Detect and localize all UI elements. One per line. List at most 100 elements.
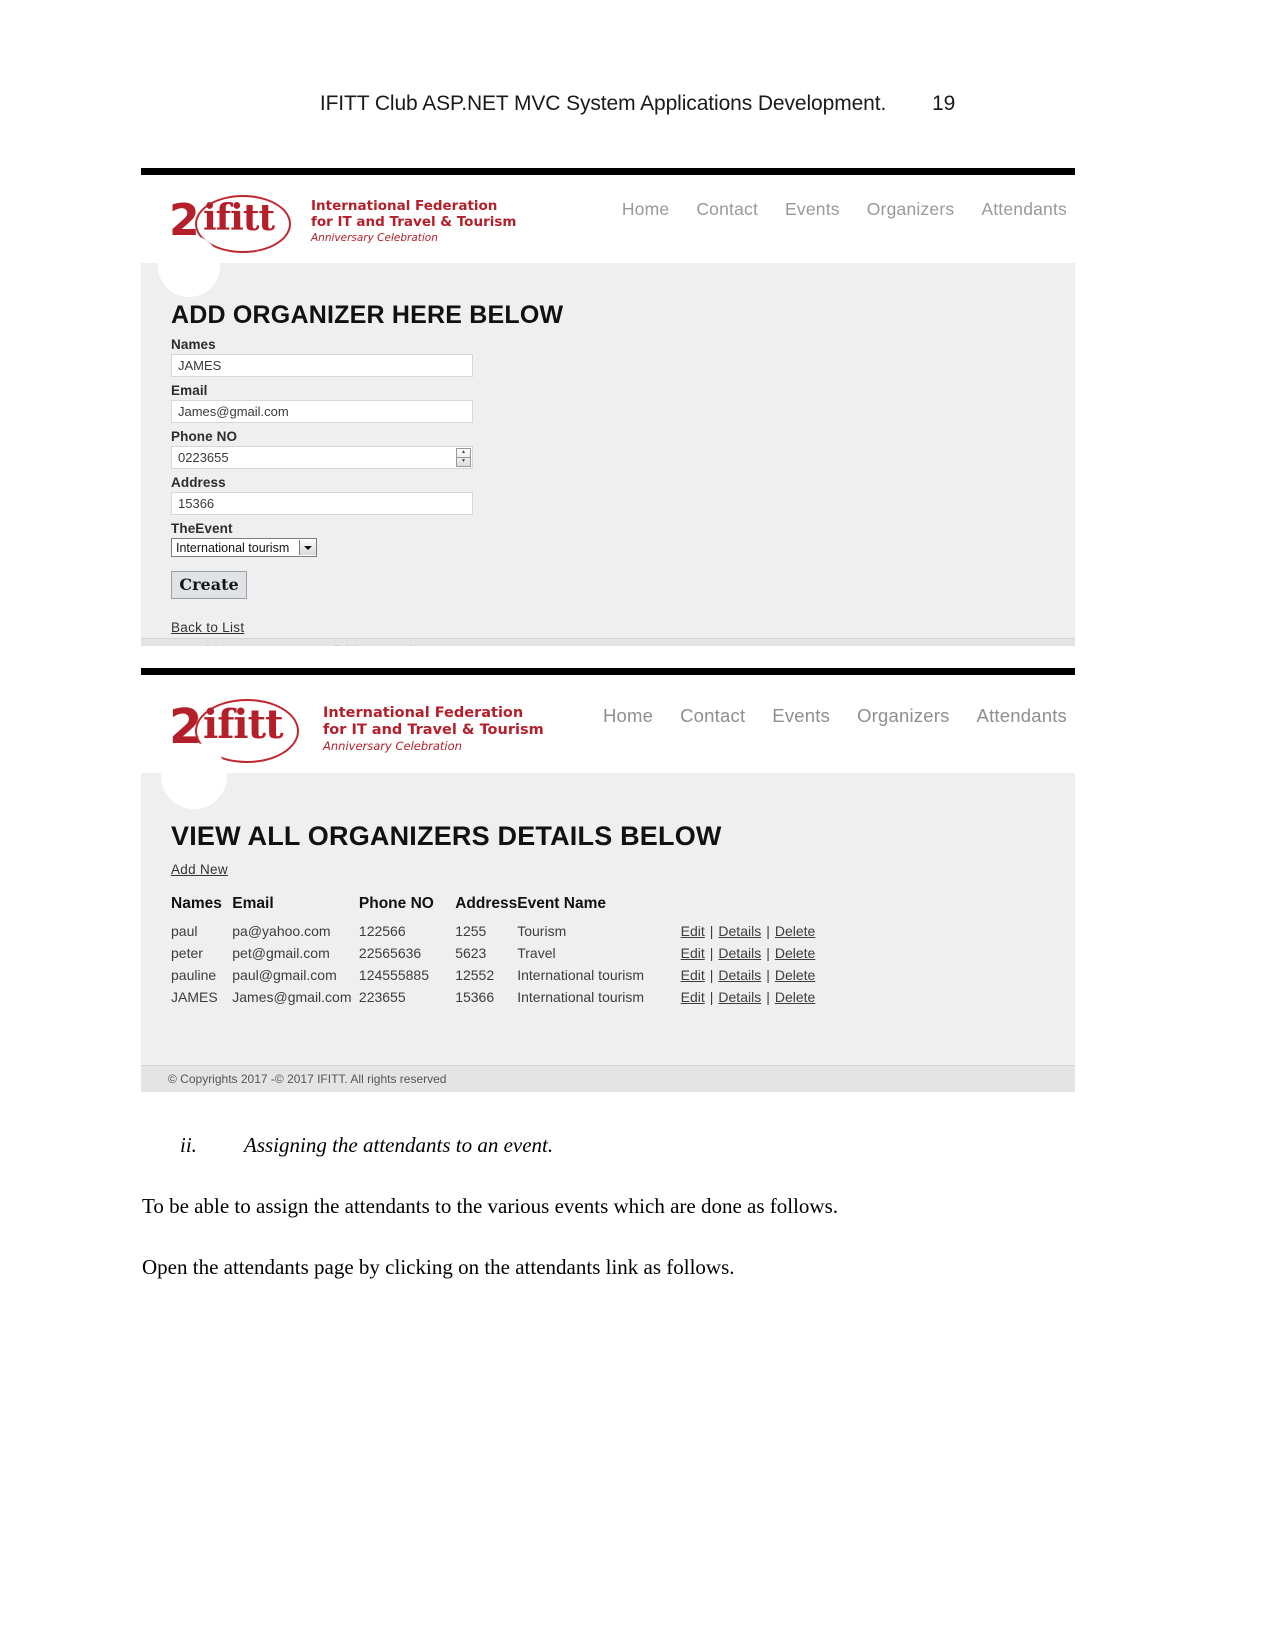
cell-email: paul@gmail.com — [232, 967, 337, 983]
cell-email: pa@yahoo.com — [232, 923, 331, 939]
column-header-phone-no: Phone NO — [358, 895, 434, 912]
delete-link[interactable]: Delete — [775, 945, 815, 961]
brand-tagline: International Federation for IT and Trav… — [311, 198, 517, 245]
organizers-list-area: Add New Names Email Phone NO Address Eve… — [171, 861, 1031, 1008]
site-footer: © Copyrights 2017 -© 2017 IFITT. All rig… — [141, 638, 1075, 646]
cell-name: JAMES — [171, 989, 218, 1005]
screenshot-top-rule — [141, 668, 1075, 675]
cell-address: 15366 — [455, 989, 495, 1005]
phone-field-wrapper: ▲▼ — [171, 446, 473, 469]
delete-link[interactable]: Delete — [775, 967, 815, 983]
table-header-row: Names Email Phone NO Address Event Name — [171, 895, 819, 920]
brand-logo[interactable]: 2 ifitt International Federation for IT … — [169, 193, 517, 253]
site-footer: © Copyrights 2017 -© 2017 IFITT. All rig… — [141, 1065, 1075, 1092]
back-to-list-link[interactable]: Back to List — [171, 620, 244, 635]
cell-actions: Edit | Details | Delete — [681, 942, 819, 964]
edit-link[interactable]: Edit — [681, 989, 705, 1005]
organizers-table: Names Email Phone NO Address Event Name … — [171, 895, 819, 1008]
brand-tagline-line2: for IT and Travel & Tourism — [323, 721, 544, 738]
edit-link[interactable]: Edit — [681, 945, 705, 961]
cell-phone: 223655 — [358, 989, 406, 1005]
delete-link[interactable]: Delete — [775, 923, 815, 939]
site-header: 2 ifitt International Federation for IT … — [141, 675, 1075, 773]
cell-name: peter — [171, 945, 203, 961]
action-separator: | — [709, 923, 714, 939]
create-button[interactable]: Create — [171, 571, 247, 599]
action-separator: | — [766, 945, 770, 961]
cell-address: 5623 — [455, 945, 487, 961]
names-input[interactable] — [171, 354, 473, 377]
details-link[interactable]: Details — [718, 989, 761, 1005]
action-separator: | — [709, 945, 714, 961]
edit-link[interactable]: Edit — [681, 923, 705, 939]
action-separator: | — [766, 967, 770, 983]
cell-email: James@gmail.com — [232, 989, 352, 1005]
nav-item-attendants[interactable]: Attendants — [977, 705, 1067, 727]
document-title: IFITT Club ASP.NET MVC System Applicatio… — [319, 92, 887, 115]
details-link[interactable]: Details — [718, 923, 761, 939]
details-link[interactable]: Details — [718, 945, 761, 961]
edit-link[interactable]: Edit — [681, 967, 705, 983]
main-navigation: Home Contact Events Organizers Attendant… — [622, 199, 1067, 220]
nav-item-events[interactable]: Events — [785, 199, 840, 220]
label-address: Address — [171, 475, 226, 490]
table-row: JAMES James@gmail.com 223655 15366 Inter… — [171, 986, 819, 1008]
delete-link[interactable]: Delete — [775, 989, 815, 1005]
brand-tagline-line2: for IT and Travel & Tourism — [311, 214, 517, 231]
cell-actions: Edit | Details | Delete — [681, 986, 819, 1008]
nav-item-contact[interactable]: Contact — [696, 199, 758, 220]
document-running-header: IFITT Club ASP.NET MVC System Applicatio… — [0, 92, 1275, 116]
event-select-value: International tourism — [176, 540, 290, 555]
document-paragraph-1: To be able to assign the attendants to t… — [142, 1194, 839, 1218]
brand-tagline-line1: International Federation — [323, 704, 524, 721]
document-paragraph-2: Open the attendants page by clicking on … — [142, 1255, 735, 1279]
nav-item-organizers[interactable]: Organizers — [857, 705, 949, 727]
create-organizer-body: ADD ORGANIZER HERE BELOW Names Email Pho… — [141, 235, 1075, 638]
cell-event: International tourism — [517, 967, 645, 983]
number-stepper-icon[interactable]: ▲ ▼ — [456, 448, 471, 467]
details-link[interactable]: Details — [718, 967, 761, 983]
list-item-text: Assigning the attendants to an event. — [244, 1133, 554, 1157]
cell-email: pet@gmail.com — [232, 945, 330, 961]
page-title: ADD ORGANIZER HERE BELOW — [171, 301, 564, 329]
cell-actions: Edit | Details | Delete — [681, 920, 819, 942]
add-new-link[interactable]: Add New — [171, 862, 228, 877]
cell-event: Tourism — [517, 923, 567, 939]
logo-wordmark: ifitt — [203, 701, 284, 748]
page-number: 19 — [931, 92, 956, 115]
brand-tagline-line3: Anniversary Celebration — [311, 232, 438, 245]
label-names: Names — [171, 337, 216, 352]
cell-event: International tourism — [517, 989, 645, 1005]
footer-copyright: © Copyrights 2017 -© 2017 IFITT. All rig… — [168, 1072, 447, 1086]
chevron-down-icon[interactable] — [299, 540, 317, 555]
main-navigation: Home Contact Events Organizers Attendant… — [603, 705, 1067, 727]
action-separator: | — [766, 923, 770, 939]
list-item-number: ii. — [180, 1133, 197, 1157]
document-list-item: ii. Assigning the attendants to an event. — [180, 1133, 553, 1158]
brand-tagline-line1: International Federation — [311, 198, 498, 215]
cell-actions: Edit | Details | Delete — [681, 964, 819, 986]
nav-item-events[interactable]: Events — [772, 705, 830, 727]
brand-logo[interactable]: 2 ifitt International Federation for IT … — [169, 697, 544, 763]
nav-item-attendants[interactable]: Attendants — [981, 199, 1067, 220]
nav-item-organizers[interactable]: Organizers — [867, 199, 955, 220]
table-row: paul pa@yahoo.com 122566 1255 Tourism Ed… — [171, 920, 819, 942]
cell-event: Travel — [517, 945, 556, 961]
address-input[interactable] — [171, 492, 473, 515]
table-row: pauline paul@gmail.com 124555885 12552 I… — [171, 964, 819, 986]
screenshot-create-organizer: 2 ifitt International Federation for IT … — [141, 168, 1075, 646]
cell-phone: 22565636 — [358, 945, 422, 961]
column-header-event-name: Event Name — [517, 895, 606, 912]
action-separator: | — [709, 989, 714, 1005]
screenshot-top-rule — [141, 168, 1075, 175]
action-separator: | — [709, 967, 714, 983]
nav-item-contact[interactable]: Contact — [680, 705, 745, 727]
nav-item-home[interactable]: Home — [622, 199, 669, 220]
label-phone-no: Phone NO — [171, 429, 238, 444]
event-select[interactable]: International tourism — [171, 538, 318, 557]
nav-item-home[interactable]: Home — [603, 705, 653, 727]
table-row: peter pet@gmail.com 22565636 5623 Travel… — [171, 942, 819, 964]
phone-no-input[interactable] — [171, 446, 473, 469]
site-header: 2 ifitt International Federation for IT … — [141, 175, 1075, 263]
email-input[interactable] — [171, 400, 473, 423]
